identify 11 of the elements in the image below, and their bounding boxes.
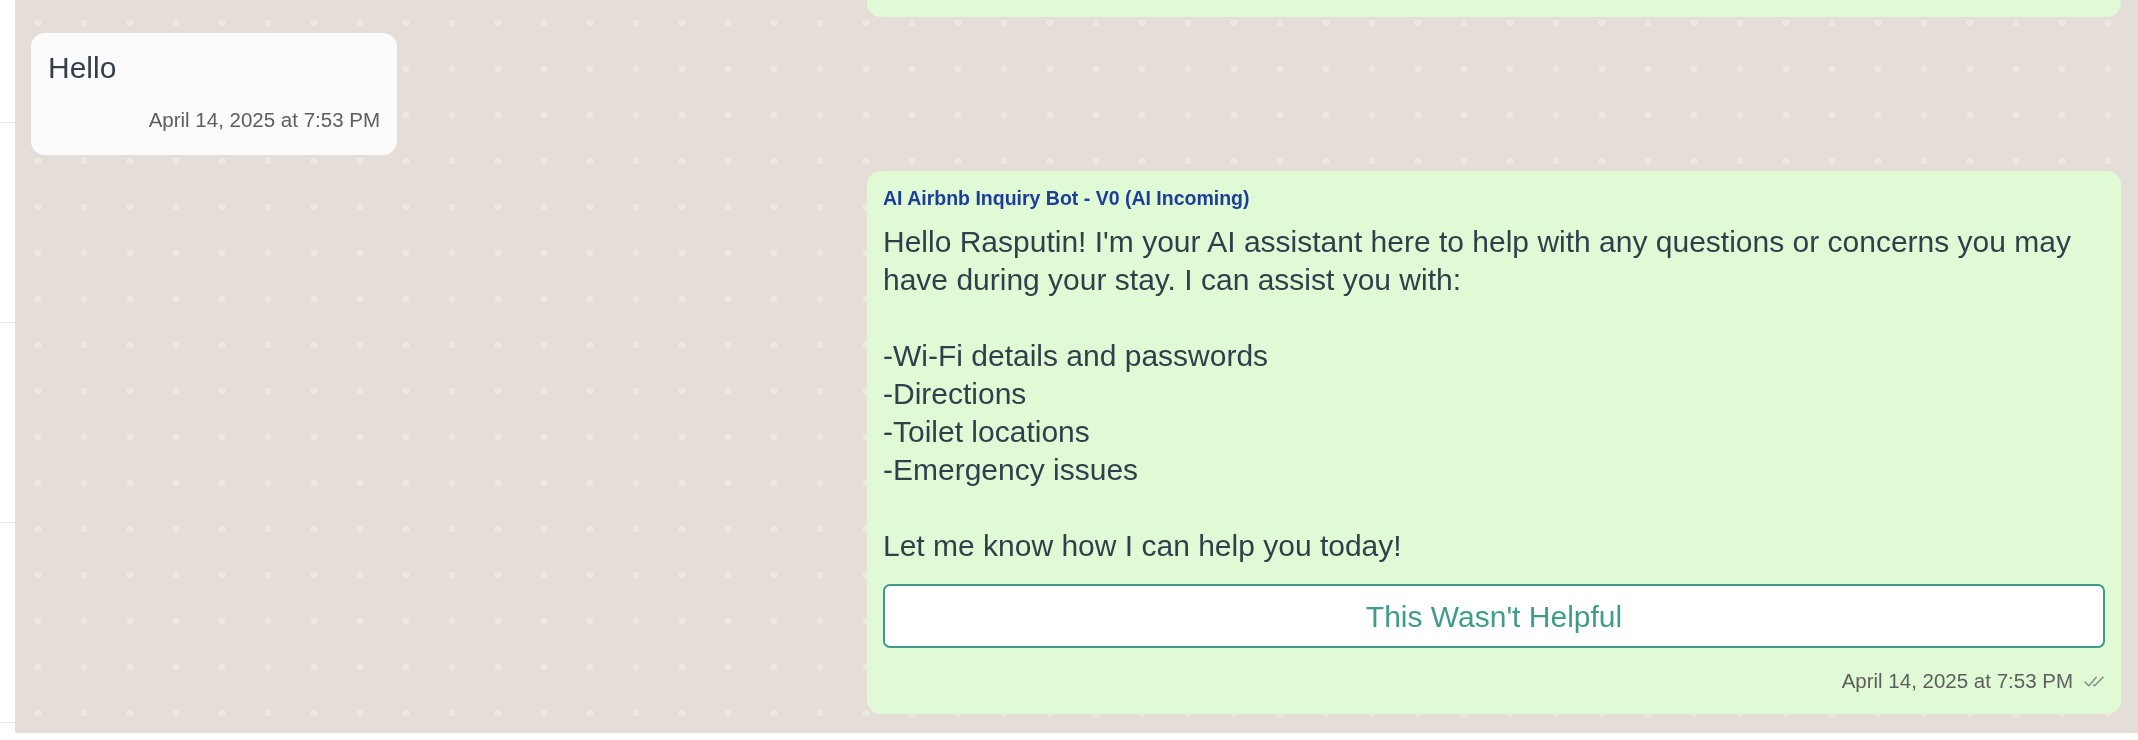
list-item: -Directions — [883, 376, 1027, 412]
list-item: -Emergency issues — [883, 452, 1139, 488]
message-text: Let me know how I can help you today! — [883, 528, 1403, 564]
timestamp: April 14, 2025 at 7:53 PM — [148, 107, 380, 133]
sender-name: AI Airbnb Inquiry Bot - V0 (AI Incoming) — [883, 186, 1251, 211]
list-item: -Wi-Fi details and passwords — [883, 338, 1269, 374]
list-item: -Toilet locations — [883, 414, 1090, 450]
timestamp: April 14, 2025 at 7:53 PM — [1841, 668, 2073, 694]
feedback-button[interactable]: This Wasn't Helpful — [883, 584, 2105, 648]
message-text: Hello Rasputin! I'm your AI assistant here to help with any questions or concerns you may have during your stay. I can assist you with: — [883, 224, 2072, 298]
message-text: Hello — [48, 50, 118, 86]
